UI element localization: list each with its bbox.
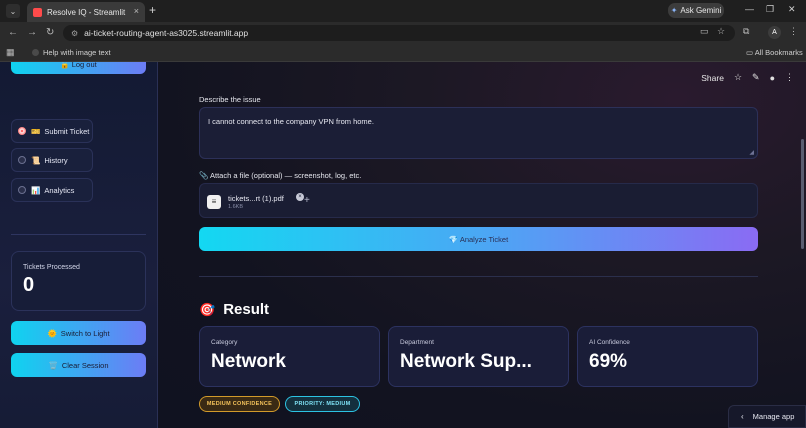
restore-icon[interactable]: ❐ bbox=[766, 4, 774, 15]
result-heading: 🎯 Result bbox=[199, 301, 269, 318]
streamlit-favicon-icon bbox=[33, 7, 42, 17]
category-card: Category Network bbox=[199, 326, 380, 387]
page-scrollbar[interactable] bbox=[801, 139, 804, 249]
priority-badge: PRIORITY: MEDIUM bbox=[285, 396, 360, 412]
document-icon: ≡ bbox=[207, 194, 221, 209]
card-label: Department bbox=[400, 339, 434, 346]
target-icon: 🎯 bbox=[199, 301, 216, 317]
sidebar-item-history[interactable]: 📜 History bbox=[11, 148, 93, 172]
all-bookmarks[interactable]: ▭ All Bookmarks bbox=[746, 48, 803, 57]
sidebar-item-label: History bbox=[44, 155, 68, 165]
bookmark-star-icon[interactable]: ☆ bbox=[717, 26, 725, 37]
app-menu-icon[interactable]: ⋮ bbox=[785, 72, 794, 83]
sidebar-divider bbox=[11, 234, 146, 235]
attach-label: 📎 Attach a file (optional) — screenshot,… bbox=[199, 171, 362, 180]
apps-grid-icon[interactable]: ▦ bbox=[6, 47, 15, 58]
confidence-badge: MEDIUM CONFIDENCE bbox=[199, 396, 280, 412]
section-divider bbox=[199, 276, 758, 277]
scroll-icon: 📜 bbox=[31, 155, 41, 165]
ai-confidence-card: AI Confidence 69% bbox=[577, 326, 758, 387]
card-value: 69% bbox=[589, 351, 628, 372]
manage-app-label: Manage app bbox=[752, 412, 795, 421]
switch-theme-button[interactable]: 🌞 Switch to Light bbox=[11, 321, 146, 345]
file-uploader[interactable]: ≡ tickets...rt (1).pdf 1.6KB × + bbox=[199, 183, 758, 218]
back-icon[interactable]: ← bbox=[8, 27, 18, 38]
extensions-icon[interactable]: ⧉ bbox=[743, 26, 749, 37]
sidebar-item-label: Submit Ticket bbox=[44, 126, 90, 136]
browser-tab[interactable]: Resolve IQ - Streamlit × bbox=[27, 2, 145, 22]
bookmark-item[interactable]: Help with image text bbox=[32, 48, 111, 57]
trash-icon: 🗑️ bbox=[48, 360, 58, 370]
card-value: Network Sup... bbox=[400, 351, 532, 372]
address-bar[interactable]: ⚙ ai-ticket-routing-agent-as3025.streaml… bbox=[63, 25, 735, 41]
tab-title: Resolve IQ - Streamlit bbox=[47, 7, 126, 17]
ask-gemini-label: Ask Gemini bbox=[680, 6, 722, 15]
ask-gemini-button[interactable]: ✦ Ask Gemini bbox=[668, 3, 724, 18]
manage-app-button[interactable]: ‹ Manage app bbox=[728, 405, 806, 428]
result-title: Result bbox=[223, 301, 270, 318]
radio-selected-icon[interactable] bbox=[18, 127, 26, 135]
folder-icon: ▭ bbox=[746, 48, 755, 57]
metric-label: Tickets Processed bbox=[23, 264, 80, 271]
browser-tab-strip: ⌄ Resolve IQ - Streamlit × + ✦ Ask Gemin… bbox=[0, 0, 806, 22]
all-bookmarks-label: All Bookmarks bbox=[754, 48, 803, 57]
sun-icon: 🌞 bbox=[47, 328, 57, 338]
chevron-left-icon: ‹ bbox=[741, 412, 744, 421]
card-value: Network bbox=[211, 351, 286, 372]
clear-session-button[interactable]: 🗑️ Clear Session bbox=[11, 353, 146, 377]
tab-search-chevron-icon[interactable]: ⌄ bbox=[6, 4, 20, 18]
radio-unselected-icon[interactable] bbox=[18, 156, 26, 164]
sidebar: 🔓 Log out 🎫 Submit Ticket 📜 History 📊 An… bbox=[0, 62, 158, 428]
star-icon[interactable]: ☆ bbox=[734, 72, 742, 83]
logout-button[interactable]: 🔓 Log out bbox=[11, 62, 146, 74]
issue-textarea[interactable]: I cannot connect to the company VPN from… bbox=[199, 107, 758, 159]
card-label: Category bbox=[211, 339, 238, 346]
share-button[interactable]: Share bbox=[701, 73, 724, 83]
sidebar-item-label: Analytics bbox=[44, 185, 75, 195]
forward-icon[interactable]: → bbox=[27, 27, 37, 38]
metric-value: 0 bbox=[23, 274, 35, 296]
uploaded-file-chip: ≡ tickets...rt (1).pdf 1.6KB × bbox=[207, 190, 304, 213]
github-icon[interactable]: ● bbox=[770, 73, 775, 83]
issue-label: Describe the issue bbox=[199, 95, 261, 104]
reload-icon[interactable]: ↻ bbox=[46, 27, 54, 38]
bookmark-item-label: Help with image text bbox=[43, 48, 111, 57]
url-text: ai-ticket-routing-agent-as3025.streamlit… bbox=[84, 28, 249, 38]
app-header: Share ☆ ✎ ● ⋮ bbox=[701, 72, 794, 83]
new-tab-button[interactable]: + bbox=[149, 3, 156, 17]
main-content: Share ☆ ✎ ● ⋮ Describe the issue I canno… bbox=[158, 62, 806, 428]
analyze-ticket-button[interactable]: 💎 Analyze Ticket bbox=[199, 227, 758, 251]
file-name: tickets...rt (1).pdf bbox=[228, 193, 284, 203]
issue-text: I cannot connect to the company VPN from… bbox=[208, 117, 374, 126]
sidebar-item-analytics[interactable]: 📊 Analytics bbox=[11, 178, 93, 202]
resize-grip-icon[interactable]: ◢ bbox=[749, 149, 754, 156]
sidebar-item-submit-ticket[interactable]: 🎫 Submit Ticket bbox=[11, 119, 93, 143]
close-window-icon[interactable]: ✕ bbox=[788, 4, 796, 15]
tickets-processed-metric: Tickets Processed 0 bbox=[11, 251, 146, 311]
ticket-icon: 🎫 bbox=[31, 126, 41, 136]
minimize-icon[interactable]: — bbox=[745, 4, 754, 14]
browser-menu-icon[interactable]: ⋮ bbox=[789, 26, 798, 37]
chart-icon: 📊 bbox=[31, 185, 41, 195]
radio-unselected-icon[interactable] bbox=[18, 186, 26, 194]
profile-avatar[interactable]: A bbox=[768, 26, 781, 39]
tab-close-icon[interactable]: × bbox=[134, 6, 139, 16]
card-label: AI Confidence bbox=[589, 339, 630, 346]
remove-file-icon[interactable]: × bbox=[296, 193, 304, 201]
bookmark-favicon-icon bbox=[32, 49, 39, 56]
switch-theme-label: Switch to Light bbox=[60, 328, 110, 338]
install-app-icon[interactable]: ▭ bbox=[700, 26, 709, 37]
file-size: 1.6KB bbox=[228, 203, 243, 210]
clear-session-label: Clear Session bbox=[61, 360, 109, 370]
bookmarks-bar: ▦ Help with image text ▭ All Bookmarks bbox=[0, 44, 806, 62]
gemini-spark-icon: ✦ bbox=[670, 6, 678, 15]
edit-pencil-icon[interactable]: ✎ bbox=[752, 72, 760, 83]
add-file-icon[interactable]: + bbox=[304, 195, 310, 206]
site-info-icon[interactable]: ⚙ bbox=[71, 29, 78, 38]
department-card: Department Network Sup... bbox=[388, 326, 569, 387]
